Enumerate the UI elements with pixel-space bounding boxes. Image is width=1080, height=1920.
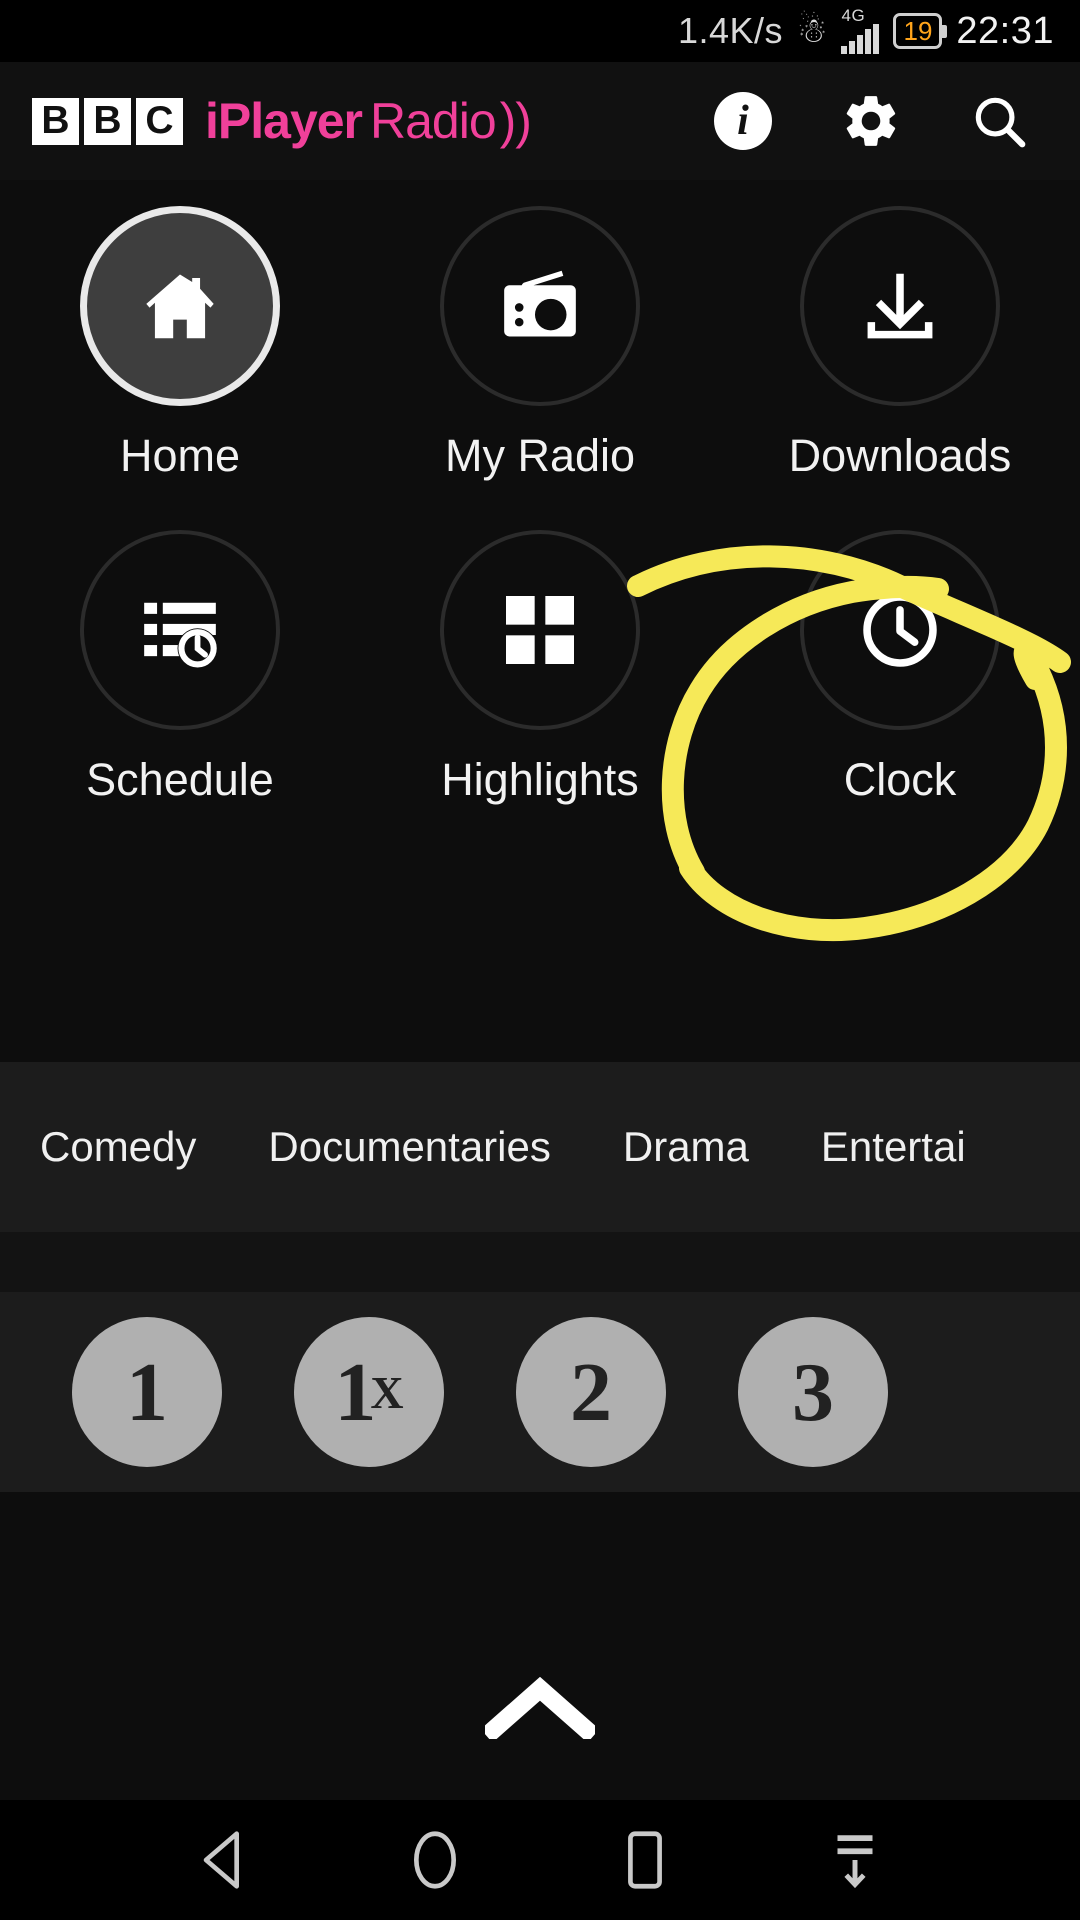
nav-item-my-radio[interactable]: My Radio — [360, 180, 720, 482]
player-drawer-area — [0, 1492, 1080, 1800]
recents-square-icon — [628, 1831, 662, 1889]
home-button[interactable] — [390, 1815, 480, 1905]
genre-item-comedy[interactable]: Comedy — [40, 1123, 196, 1171]
clock-icon — [863, 593, 937, 667]
battery-indicator: 19 — [893, 13, 948, 49]
bluetooth-icon: ☃ — [797, 12, 828, 50]
bbc-block-1: B — [32, 97, 79, 145]
station-label-2-sup: X — [370, 1366, 404, 1418]
download-icon — [867, 273, 933, 339]
info-button[interactable]: i — [712, 90, 774, 152]
info-icon: i — [714, 92, 772, 150]
bbc-block-3: C — [136, 97, 183, 145]
android-nav-bar — [0, 1800, 1080, 1920]
nav-item-schedule[interactable]: Schedule — [0, 482, 360, 806]
downloads-circle[interactable] — [800, 206, 1000, 406]
nav-label-home: Home — [119, 430, 241, 481]
radio-wave-icon: )) — [499, 93, 532, 149]
network-speed-text: 1.4K/s — [677, 10, 783, 51]
iplayer-radio-wordmark: iPlayer Radio)) — [205, 92, 532, 150]
recents-button[interactable] — [600, 1815, 690, 1905]
network-type-label: 4G — [841, 6, 866, 25]
radio-word: Radio — [370, 93, 497, 149]
nav-label-downloads: Downloads — [788, 430, 1012, 481]
nav-row-2: Schedule Highlights Clock — [0, 482, 1080, 806]
back-triangle-icon — [203, 1831, 239, 1889]
search-icon — [975, 97, 1026, 148]
status-clock: 22:31 — [956, 9, 1054, 52]
station-label-3: 2 — [570, 1345, 612, 1439]
nav-label-schedule: Schedule — [86, 754, 274, 805]
phone-screen: 1.4K/s ☃ 4G 19 22:31 B B C iPlayer Radio)… — [0, 0, 1080, 1920]
nav-item-clock[interactable]: Clock — [720, 482, 1080, 806]
radio-icon — [504, 270, 576, 337]
highlights-circle[interactable] — [440, 530, 640, 730]
schedule-circle[interactable] — [80, 530, 280, 730]
genre-item-drama[interactable]: Drama — [623, 1123, 749, 1171]
station-label-4: 3 — [792, 1345, 834, 1439]
bbc-block-2: B — [84, 97, 131, 145]
my-radio-circle[interactable] — [440, 206, 640, 406]
nav-item-downloads[interactable]: Downloads — [720, 180, 1080, 482]
search-button[interactable] — [968, 90, 1030, 152]
station-radio-2[interactable]: 2 — [516, 1317, 666, 1467]
nav-row-1: Home My Radio Downloads — [0, 180, 1080, 482]
chevron-up-icon[interactable] — [485, 1677, 595, 1739]
iplayer-word: iPlayer — [205, 93, 363, 149]
grid-icon — [506, 596, 574, 664]
navigation-grid: Home My Radio Downloads Schedule Highlig… — [0, 180, 1080, 1060]
pull-down-icon — [837, 1835, 873, 1889]
clock-circle[interactable] — [800, 530, 1000, 730]
signal-indicator: 4G — [841, 6, 880, 54]
app-bar: B B C iPlayer Radio)) i — [0, 62, 1080, 180]
genre-item-entertainment[interactable]: Entertai — [821, 1123, 966, 1171]
status-bar: 1.4K/s ☃ 4G 19 22:31 — [0, 0, 1080, 62]
station-strip[interactable]: 1 1X 2 3 — [0, 1292, 1080, 1492]
bbc-blocks: B B C — [32, 97, 183, 145]
station-label-1: 1 — [126, 1345, 168, 1439]
nav-label-my-radio: My Radio — [444, 430, 636, 481]
app-bar-actions: i — [712, 90, 1030, 152]
home-circle[interactable] — [80, 206, 280, 406]
settings-button[interactable] — [840, 90, 902, 152]
home-circle-icon — [413, 1831, 457, 1889]
section-divider — [0, 1232, 1080, 1292]
station-radio-1[interactable]: 1 — [72, 1317, 222, 1467]
genre-strip[interactable]: Comedy Documentaries Drama Entertai — [0, 1062, 1080, 1232]
nav-label-highlights: Highlights — [441, 754, 639, 805]
station-radio-3[interactable]: 3 — [738, 1317, 888, 1467]
nav-item-home[interactable]: Home — [0, 180, 360, 482]
station-radio-1x[interactable]: 1X — [294, 1317, 444, 1467]
signal-bars-icon — [841, 24, 880, 54]
brand-logo: B B C iPlayer Radio)) — [32, 92, 532, 150]
nav-label-clock: Clock — [843, 754, 957, 805]
schedule-clock-icon — [144, 602, 218, 669]
back-button[interactable] — [180, 1815, 270, 1905]
gear-icon — [846, 96, 896, 146]
notification-pull-button[interactable] — [810, 1815, 900, 1905]
genre-item-documentaries[interactable]: Documentaries — [268, 1123, 550, 1171]
home-icon — [146, 274, 214, 339]
nav-item-highlights[interactable]: Highlights — [360, 482, 720, 806]
